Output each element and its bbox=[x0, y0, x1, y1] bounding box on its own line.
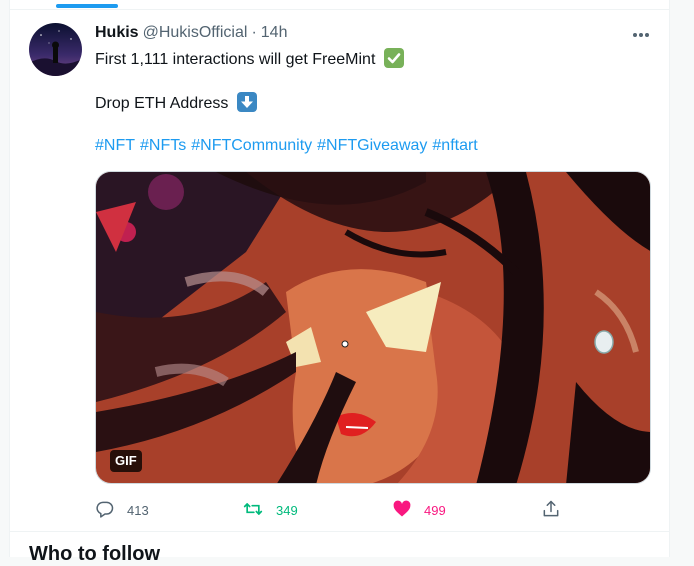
tweet-text: Drop ETH Address bbox=[95, 95, 229, 112]
like-button[interactable]: 499 bbox=[392, 497, 446, 523]
timeline-panel: Hukis @HukisOfficial · 14h First 1,111 i… bbox=[9, 0, 670, 565]
reply-button[interactable]: 413 bbox=[95, 497, 149, 523]
hashtags: #NFT #NFTs #NFTCommunity #NFTGiveaway #nftar… bbox=[95, 136, 483, 156]
avatar[interactable] bbox=[29, 23, 82, 76]
retweet-button[interactable]: 349 bbox=[242, 497, 298, 523]
anime-gif-illustration bbox=[96, 172, 650, 483]
hashtag-link[interactable]: #NFTCommunity bbox=[191, 137, 312, 154]
like-count: 499 bbox=[424, 502, 446, 518]
tweet-text: First 1,111 interactions will get FreeMi… bbox=[95, 51, 376, 68]
who-to-follow-heading: Who to follow bbox=[29, 543, 161, 565]
down-arrow-icon bbox=[236, 92, 257, 112]
more-horizontal-icon bbox=[632, 25, 650, 43]
check-mark-button-icon bbox=[383, 48, 404, 68]
hashtag-link[interactable]: #NFTGiveaway bbox=[317, 137, 427, 154]
tweet-timestamp[interactable]: 14h bbox=[261, 24, 288, 42]
reply-count: 413 bbox=[127, 502, 149, 518]
hashtag-link[interactable]: #nftart bbox=[432, 137, 477, 154]
hashtag-link[interactable]: #NFT bbox=[95, 137, 135, 154]
tweet-header: Hukis @HukisOfficial · 14h bbox=[95, 24, 287, 46]
share-button[interactable] bbox=[541, 497, 561, 523]
tweet-text-line-2: Drop ETH Address bbox=[95, 92, 257, 114]
reply-icon bbox=[95, 499, 115, 522]
separator-dot: · bbox=[251, 24, 257, 41]
share-icon bbox=[541, 499, 561, 522]
tweet-text-line-1: First 1,111 interactions will get FreeMi… bbox=[95, 48, 404, 70]
gif-badge: GIF bbox=[110, 450, 142, 472]
retweet-icon bbox=[242, 499, 264, 522]
display-name[interactable]: Hukis bbox=[95, 24, 139, 42]
active-tab-indicator bbox=[56, 4, 118, 8]
tweet-media-gif[interactable]: GIF bbox=[95, 171, 651, 484]
hashtag-link[interactable]: #NFTs bbox=[140, 137, 186, 154]
top-divider bbox=[10, 9, 669, 10]
tweet-actions: 413 349 499 bbox=[95, 497, 585, 523]
more-options-button[interactable] bbox=[630, 24, 652, 44]
user-handle[interactable]: @HukisOfficial bbox=[143, 24, 248, 42]
section-divider bbox=[10, 531, 669, 532]
heart-icon bbox=[392, 499, 412, 522]
retweet-count: 349 bbox=[276, 502, 298, 518]
